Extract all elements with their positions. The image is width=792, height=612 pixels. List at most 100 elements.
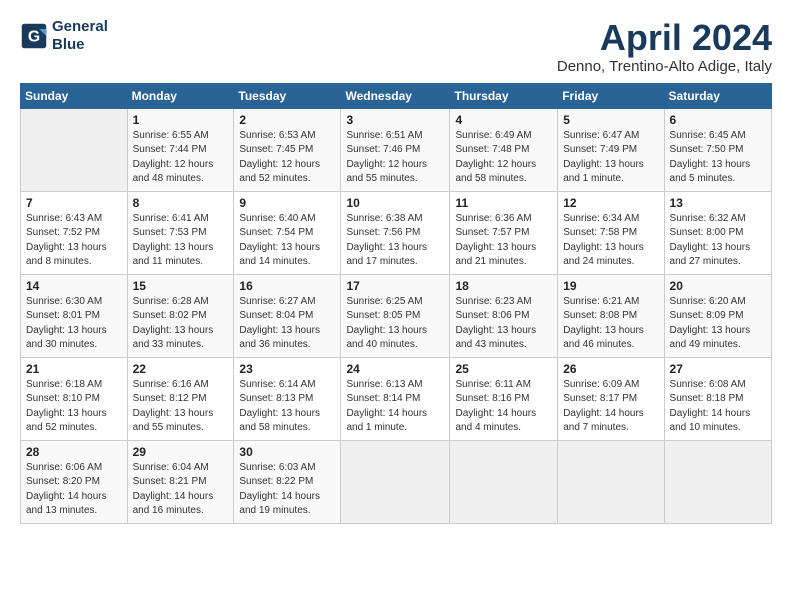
day-cell: 18 Sunrise: 6:23 AMSunset: 8:06 PMDayligh… <box>450 274 558 357</box>
day-info: Sunrise: 6:23 AMSunset: 8:06 PMDaylight:… <box>455 295 552 353</box>
day-number: 20 <box>670 279 766 293</box>
svg-text:G: G <box>28 28 40 45</box>
header-saturday: Saturday <box>664 83 771 108</box>
day-info: Sunrise: 6:47 AMSunset: 7:49 PMDaylight:… <box>563 129 658 187</box>
day-number: 9 <box>239 196 335 210</box>
day-number: 24 <box>346 362 444 376</box>
day-cell: 20 Sunrise: 6:20 AMSunset: 8:09 PMDayligh… <box>664 274 771 357</box>
day-number: 29 <box>133 445 229 459</box>
day-number: 6 <box>670 113 766 127</box>
day-number: 3 <box>346 113 444 127</box>
calendar-table: SundayMondayTuesdayWednesdayThursdayFrid… <box>20 83 772 524</box>
location-subtitle: Denno, Trentino-Alto Adige, Italy <box>557 58 772 75</box>
day-cell: 8 Sunrise: 6:41 AMSunset: 7:53 PMDaylight… <box>127 191 234 274</box>
day-info: Sunrise: 6:18 AMSunset: 8:10 PMDaylight:… <box>26 378 122 436</box>
header-thursday: Thursday <box>450 83 558 108</box>
day-cell: 16 Sunrise: 6:27 AMSunset: 8:04 PMDayligh… <box>234 274 341 357</box>
day-info: Sunrise: 6:06 AMSunset: 8:20 PMDaylight:… <box>26 461 122 519</box>
day-number: 21 <box>26 362 122 376</box>
day-number: 28 <box>26 445 122 459</box>
calendar-header: SundayMondayTuesdayWednesdayThursdayFrid… <box>21 83 772 108</box>
day-cell: 4 Sunrise: 6:49 AMSunset: 7:48 PMDaylight… <box>450 108 558 191</box>
day-number: 16 <box>239 279 335 293</box>
day-cell: 6Sunrise: 6:45 AMSunset: 7:50 PMDaylight… <box>664 108 771 191</box>
day-number: 19 <box>563 279 658 293</box>
week-row-3: 21 Sunrise: 6:18 AMSunset: 8:10 PMDayligh… <box>21 357 772 440</box>
day-number: 18 <box>455 279 552 293</box>
day-number: 17 <box>346 279 444 293</box>
day-cell: 2 Sunrise: 6:53 AMSunset: 7:45 PMDaylight… <box>234 108 341 191</box>
calendar-body: 1 Sunrise: 6:55 AMSunset: 7:44 PMDaylight… <box>21 108 772 523</box>
day-cell: 17 Sunrise: 6:25 AMSunset: 8:05 PMDayligh… <box>341 274 450 357</box>
day-info: Sunrise: 6:40 AMSunset: 7:54 PMDaylight:… <box>239 212 335 270</box>
day-cell <box>664 440 771 523</box>
day-cell: 25Sunrise: 6:11 AMSunset: 8:16 PMDayligh… <box>450 357 558 440</box>
day-cell: 7 Sunrise: 6:43 AMSunset: 7:52 PMDaylight… <box>21 191 128 274</box>
day-number: 8 <box>133 196 229 210</box>
day-info: Sunrise: 6:55 AMSunset: 7:44 PMDaylight:… <box>133 129 229 187</box>
day-info: Sunrise: 6:16 AMSunset: 8:12 PMDaylight:… <box>133 378 229 436</box>
day-cell: 24 Sunrise: 6:13 AMSunset: 8:14 PMDayligh… <box>341 357 450 440</box>
day-info: Sunrise: 6:53 AMSunset: 7:45 PMDaylight:… <box>239 129 335 187</box>
day-cell <box>341 440 450 523</box>
day-number: 11 <box>455 196 552 210</box>
day-number: 27 <box>670 362 766 376</box>
day-cell: 3 Sunrise: 6:51 AMSunset: 7:46 PMDaylight… <box>341 108 450 191</box>
day-info: Sunrise: 6:13 AMSunset: 8:14 PMDaylight:… <box>346 378 444 436</box>
day-cell: 21 Sunrise: 6:18 AMSunset: 8:10 PMDayligh… <box>21 357 128 440</box>
day-cell: 19 Sunrise: 6:21 AMSunset: 8:08 PMDayligh… <box>558 274 664 357</box>
day-info: Sunrise: 6:32 AMSunset: 8:00 PMDaylight:… <box>670 212 766 270</box>
day-cell: 10 Sunrise: 6:38 AMSunset: 7:56 PMDayligh… <box>341 191 450 274</box>
day-number: 12 <box>563 196 658 210</box>
day-info: Sunrise: 6:11 AMSunset: 8:16 PMDaylight:… <box>455 378 552 436</box>
day-number: 10 <box>346 196 444 210</box>
day-cell: 28 Sunrise: 6:06 AMSunset: 8:20 PMDayligh… <box>21 440 128 523</box>
day-number: 23 <box>239 362 335 376</box>
week-row-0: 1 Sunrise: 6:55 AMSunset: 7:44 PMDaylight… <box>21 108 772 191</box>
logo: G General Blue <box>20 18 108 54</box>
day-cell <box>21 108 128 191</box>
header-tuesday: Tuesday <box>234 83 341 108</box>
day-info: Sunrise: 6:20 AMSunset: 8:09 PMDaylight:… <box>670 295 766 353</box>
header-row: SundayMondayTuesdayWednesdayThursdayFrid… <box>21 83 772 108</box>
header-wednesday: Wednesday <box>341 83 450 108</box>
day-info: Sunrise: 6:49 AMSunset: 7:48 PMDaylight:… <box>455 129 552 187</box>
day-info: Sunrise: 6:27 AMSunset: 8:04 PMDaylight:… <box>239 295 335 353</box>
calendar-page: G General Blue April 2024 Denno, Trentin… <box>0 0 792 612</box>
day-number: 1 <box>133 113 229 127</box>
day-info: Sunrise: 6:21 AMSunset: 8:08 PMDaylight:… <box>563 295 658 353</box>
day-number: 4 <box>455 113 552 127</box>
day-info: Sunrise: 6:28 AMSunset: 8:02 PMDaylight:… <box>133 295 229 353</box>
week-row-2: 14Sunrise: 6:30 AMSunset: 8:01 PMDayligh… <box>21 274 772 357</box>
day-cell: 26Sunrise: 6:09 AMSunset: 8:17 PMDayligh… <box>558 357 664 440</box>
day-cell: 29Sunrise: 6:04 AMSunset: 8:21 PMDayligh… <box>127 440 234 523</box>
day-number: 5 <box>563 113 658 127</box>
day-cell: 5 Sunrise: 6:47 AMSunset: 7:49 PMDaylight… <box>558 108 664 191</box>
day-cell: 9 Sunrise: 6:40 AMSunset: 7:54 PMDaylight… <box>234 191 341 274</box>
day-number: 15 <box>133 279 229 293</box>
day-cell: 15 Sunrise: 6:28 AMSunset: 8:02 PMDayligh… <box>127 274 234 357</box>
day-info: Sunrise: 6:25 AMSunset: 8:05 PMDaylight:… <box>346 295 444 353</box>
day-cell: 1 Sunrise: 6:55 AMSunset: 7:44 PMDaylight… <box>127 108 234 191</box>
month-title: April 2024 <box>557 18 772 58</box>
day-cell: 27Sunrise: 6:08 AMSunset: 8:18 PMDayligh… <box>664 357 771 440</box>
logo-icon: G <box>20 22 48 50</box>
week-row-1: 7 Sunrise: 6:43 AMSunset: 7:52 PMDaylight… <box>21 191 772 274</box>
day-info: Sunrise: 6:41 AMSunset: 7:53 PMDaylight:… <box>133 212 229 270</box>
day-number: 13 <box>670 196 766 210</box>
day-info: Sunrise: 6:38 AMSunset: 7:56 PMDaylight:… <box>346 212 444 270</box>
header: G General Blue April 2024 Denno, Trentin… <box>20 18 772 75</box>
day-cell: 14Sunrise: 6:30 AMSunset: 8:01 PMDayligh… <box>21 274 128 357</box>
logo-text: General Blue <box>52 18 108 54</box>
day-number: 22 <box>133 362 229 376</box>
header-monday: Monday <box>127 83 234 108</box>
day-info: Sunrise: 6:51 AMSunset: 7:46 PMDaylight:… <box>346 129 444 187</box>
day-cell: 23 Sunrise: 6:14 AMSunset: 8:13 PMDayligh… <box>234 357 341 440</box>
day-number: 2 <box>239 113 335 127</box>
day-cell: 12Sunrise: 6:34 AMSunset: 7:58 PMDayligh… <box>558 191 664 274</box>
day-number: 7 <box>26 196 122 210</box>
day-number: 26 <box>563 362 658 376</box>
day-info: Sunrise: 6:43 AMSunset: 7:52 PMDaylight:… <box>26 212 122 270</box>
day-cell: 22 Sunrise: 6:16 AMSunset: 8:12 PMDayligh… <box>127 357 234 440</box>
day-info: Sunrise: 6:14 AMSunset: 8:13 PMDaylight:… <box>239 378 335 436</box>
